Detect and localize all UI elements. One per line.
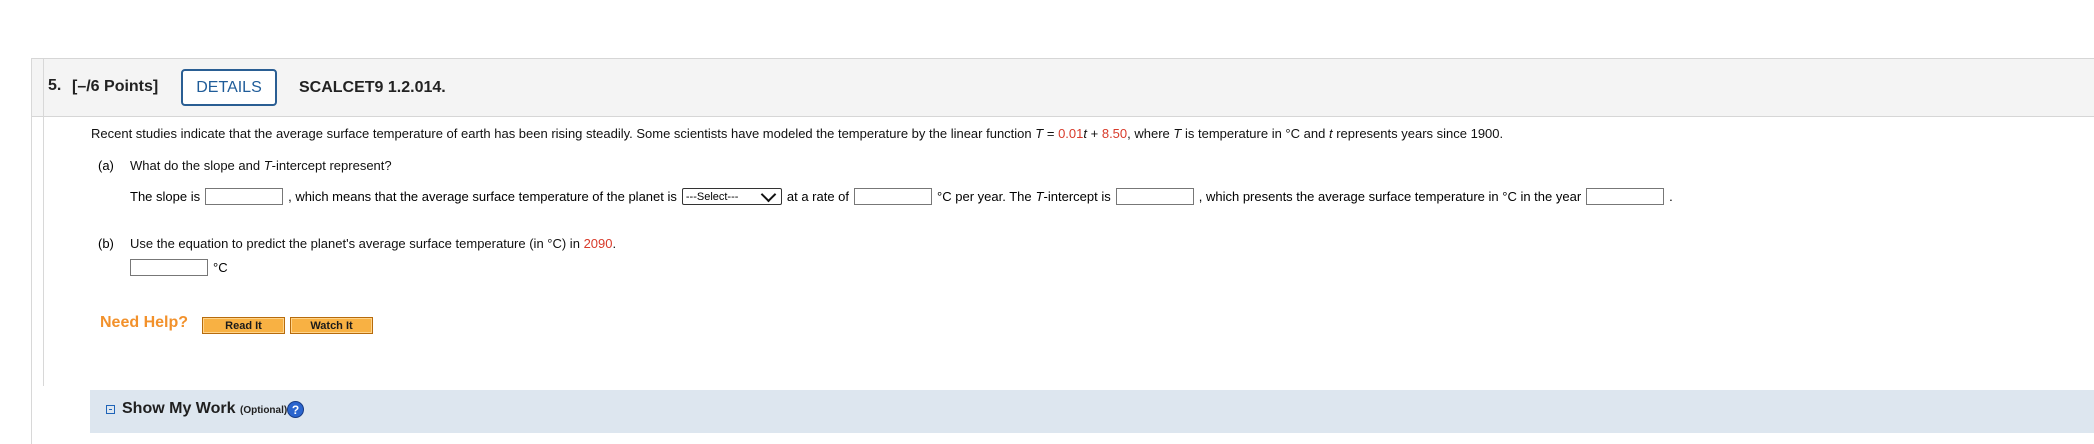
intercept-T: T — [1035, 189, 1044, 204]
temperature-unit: °C — [213, 260, 228, 275]
question-body — [43, 59, 2064, 386]
intro-time-variable: t — [1083, 126, 1087, 141]
intro-prefix: Recent studies indicate that the average… — [91, 126, 1032, 141]
intercept-label: -intercept is — [1043, 189, 1111, 204]
intro-suffix-three: represents years since 1900. — [1336, 126, 1504, 141]
intro-slope-value: 0.01 — [1058, 126, 1084, 141]
part-a-prompt: What do the slope and T-intercept repres… — [130, 158, 392, 173]
intercept-input[interactable] — [1115, 188, 1194, 205]
need-help-label: Need Help? — [100, 314, 189, 331]
intro-suffix-time-variable: t — [1328, 126, 1333, 141]
rate-unit-text: °C per year. The — [937, 189, 1032, 204]
part-b-answer-line: °C — [125, 259, 228, 276]
intercept-meaning-text: , which presents the average surface tem… — [1198, 189, 1582, 204]
show-my-work-title[interactable]: Show My Work — [122, 400, 236, 418]
intro-intercept-value: 8.50 — [1101, 126, 1128, 141]
intro-plus: + — [1090, 126, 1099, 141]
intro-equals: = — [1046, 126, 1055, 141]
part-b-label: (b) — [98, 236, 114, 251]
part-b-prompt-prefix: Use the equation to predict the planet's… — [130, 236, 580, 251]
watch-it-button[interactable]: Watch It — [290, 317, 373, 334]
trend-select[interactable]: ---Select--- — [681, 186, 782, 205]
part-b-prompt: Use the equation to predict the planet's… — [130, 236, 616, 251]
rate-label: at a rate of — [786, 189, 850, 204]
chevron-down-icon — [760, 186, 777, 202]
part-a-label: (a) — [98, 158, 114, 173]
part-b-prompt-suffix: . — [612, 236, 617, 251]
question-mark-icon[interactable]: ? — [287, 401, 304, 418]
part-a-prompt-suffix: -intercept represent? — [271, 158, 392, 173]
part-a-period: . — [1669, 189, 1673, 204]
part-a-answer-line: The slope is , which means that the aver… — [130, 186, 1673, 205]
part-b-year: 2090 — [583, 236, 613, 251]
slope-input[interactable] — [205, 188, 284, 205]
slope-meaning-text: , which means that the average surface t… — [288, 189, 677, 204]
part-a-prompt-prefix: What do the slope and — [130, 158, 261, 173]
show-my-work-optional: (Optional) — [240, 405, 288, 416]
question-intro: Recent studies indicate that the average… — [91, 126, 1503, 141]
trend-select-value: ---Select--- — [685, 190, 739, 203]
intro-suffix-one: , where — [1127, 126, 1170, 141]
year-input[interactable] — [1586, 188, 1665, 205]
intro-temperature-variable: T — [1035, 126, 1044, 141]
intro-suffix-temperature-variable: T — [1173, 126, 1182, 141]
predicted-temperature-input[interactable] — [130, 259, 208, 276]
expand-icon[interactable] — [106, 405, 115, 414]
part-a-prompt-T: T — [263, 158, 272, 173]
intro-suffix-two: is temperature in °C and — [1185, 126, 1326, 141]
show-my-work-panel[interactable] — [90, 390, 2094, 433]
rate-input[interactable] — [854, 188, 933, 205]
slope-label: The slope is — [130, 189, 201, 204]
read-it-button[interactable]: Read It — [202, 317, 285, 334]
